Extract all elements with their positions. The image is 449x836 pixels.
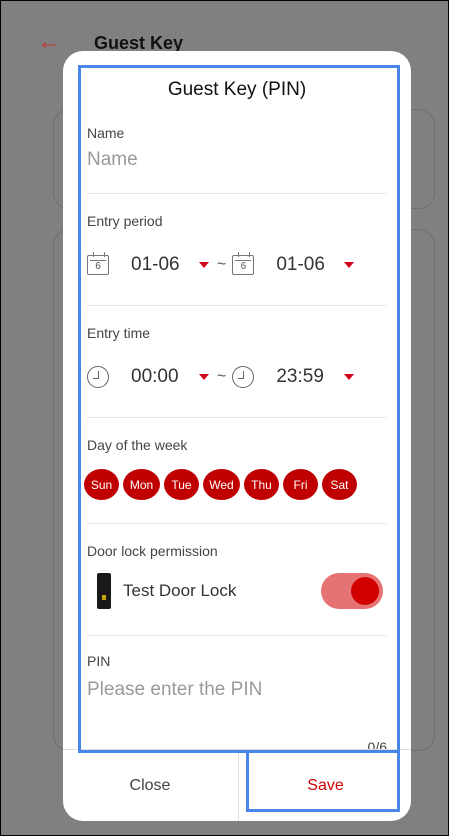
- dialog-footer: Close Save: [63, 749, 411, 821]
- door-lock-toggle[interactable]: [321, 573, 383, 609]
- range-separator: ~: [217, 368, 227, 385]
- day-picker: Sun Mon Tue Wed Thu Fri Sat: [84, 469, 357, 500]
- entry-time-row: 00:00 ~ 23:59: [87, 361, 407, 393]
- day-fri-button[interactable]: Fri: [283, 469, 318, 500]
- name-input[interactable]: Name: [87, 149, 387, 171]
- entry-period-row: 6 01-06 ~ 6 01-06: [87, 249, 407, 281]
- start-time-select[interactable]: 00:00: [131, 366, 197, 388]
- divider: [87, 193, 387, 194]
- name-label: Name: [87, 125, 125, 141]
- clock-icon: [87, 366, 109, 388]
- clock-icon: [232, 366, 255, 388]
- toggle-knob: [351, 577, 379, 605]
- day-tue-button[interactable]: Tue: [164, 469, 199, 500]
- range-separator: ~: [217, 256, 227, 273]
- door-lock-name: Test Door Lock: [123, 581, 237, 600]
- pin-section: PIN Please enter the PIN 0/6: [87, 653, 387, 755]
- screen: ← Guest Key Guest Key (PIN) Name Name En…: [0, 0, 449, 836]
- day-mon-button[interactable]: Mon: [123, 469, 160, 500]
- close-button[interactable]: Close: [63, 750, 237, 821]
- door-lock-permission-section: Door lock permission Test Door Lock: [87, 543, 387, 609]
- divider: [87, 417, 387, 418]
- end-time-select[interactable]: 23:59: [276, 366, 342, 388]
- calendar-icon: 6: [232, 252, 255, 275]
- divider: [87, 523, 387, 524]
- entry-time-section: Entry time 00:00 ~ 23:59: [87, 325, 387, 388]
- door-lock-icon: [97, 573, 111, 609]
- name-section: Name Name: [87, 125, 387, 171]
- day-wed-button[interactable]: Wed: [203, 469, 240, 500]
- day-thu-button[interactable]: Thu: [244, 469, 279, 500]
- pin-input[interactable]: Please enter the PIN: [87, 679, 387, 701]
- entry-period-label: Entry period: [87, 213, 163, 229]
- pin-label: PIN: [87, 653, 111, 669]
- back-arrow-icon[interactable]: ←: [37, 27, 61, 57]
- door-lock-permission-label: Door lock permission: [87, 543, 218, 559]
- chevron-down-icon[interactable]: [199, 262, 209, 268]
- entry-time-label: Entry time: [87, 325, 151, 341]
- day-sun-button[interactable]: Sun: [84, 469, 119, 500]
- day-of-week-section: Day of the week Sun Mon Tue Wed Thu Fri …: [84, 437, 387, 500]
- chevron-down-icon[interactable]: [344, 374, 355, 380]
- start-date-select[interactable]: 01-06: [131, 254, 197, 276]
- calendar-icon: 6: [87, 252, 109, 275]
- end-date-select[interactable]: 01-06: [276, 254, 342, 276]
- divider: [87, 635, 387, 636]
- save-button[interactable]: Save: [238, 750, 411, 821]
- entry-period-section: Entry period 6 01-06 ~ 6 01-06: [87, 213, 387, 275]
- day-of-week-label: Day of the week: [87, 437, 188, 453]
- chevron-down-icon[interactable]: [344, 262, 355, 268]
- door-lock-row: Test Door Lock: [87, 573, 387, 609]
- guest-key-dialog: Guest Key (PIN) Name Name Entry period 6…: [63, 51, 411, 821]
- day-sat-button[interactable]: Sat: [322, 469, 357, 500]
- dialog-title: Guest Key (PIN): [167, 79, 307, 100]
- chevron-down-icon[interactable]: [199, 374, 209, 380]
- divider: [87, 305, 387, 306]
